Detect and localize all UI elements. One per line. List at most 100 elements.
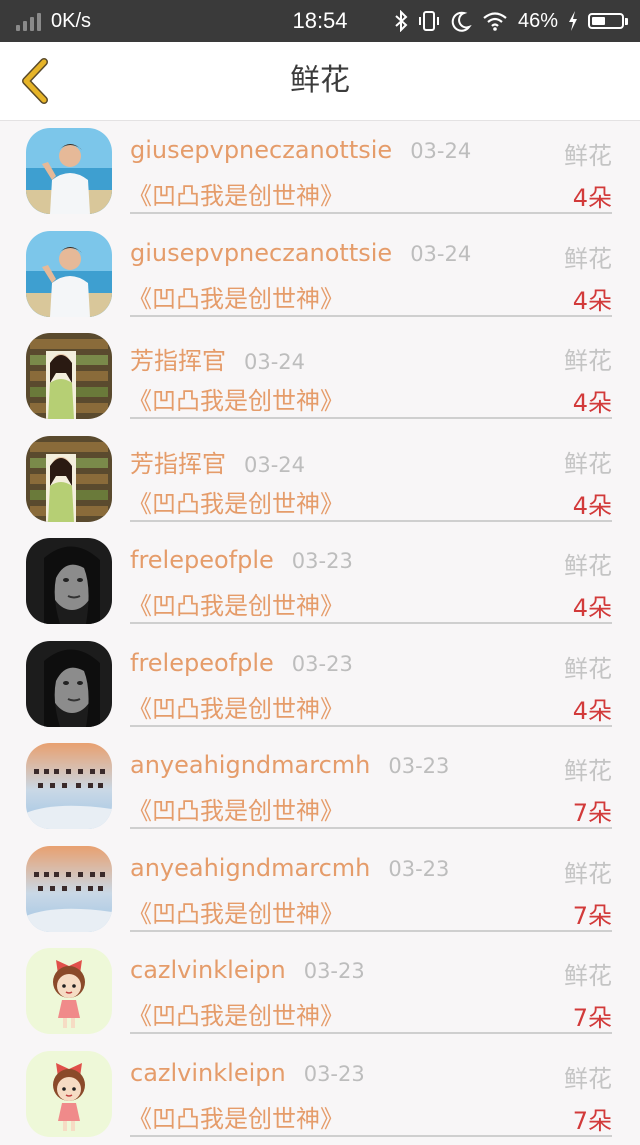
avatar[interactable]	[26, 333, 112, 419]
divider	[130, 827, 612, 829]
user-name-text: 芳指挥官	[130, 347, 226, 375]
user-name-text: giusepvpneczanottsie	[130, 239, 392, 267]
page-title: 鲜花	[0, 42, 640, 120]
avatar[interactable]	[26, 1051, 112, 1137]
record-date: 03-23	[304, 959, 365, 983]
list-item[interactable]: 芳指挥官 03-24 鲜花《凹凸我是创世神》 4朵	[0, 325, 640, 428]
user-name-text: anyeahigndmarcmh	[130, 751, 370, 779]
gift-type: 鲜花	[564, 1059, 612, 1094]
user-name-text: frelepeofple	[130, 546, 274, 574]
divider	[130, 520, 612, 522]
record-date: 03-24	[410, 139, 471, 163]
book-title[interactable]: 《凹凸我是创世神》	[128, 791, 344, 826]
gift-type: 鲜花	[564, 239, 612, 274]
divider	[130, 1032, 612, 1034]
user-name: cazlvinkleipn 03-23	[130, 1059, 365, 1087]
book-title[interactable]: 《凹凸我是创世神》	[128, 484, 344, 519]
list-item[interactable]: frelepeofple 03-23 鲜花《凹凸我是创世神》 4朵	[0, 530, 640, 633]
battery-percent: 46%	[518, 10, 558, 33]
gift-type: 鲜花	[564, 444, 612, 479]
gift-type: 鲜花	[564, 649, 612, 684]
list-item[interactable]: frelepeofple 03-23 鲜花《凹凸我是创世神》 4朵	[0, 633, 640, 736]
avatar[interactable]	[26, 128, 112, 214]
user-name-text: giusepvpneczanottsie	[130, 136, 392, 164]
gift-count: 7朵	[573, 1101, 612, 1136]
gift-count: 7朵	[573, 998, 612, 1033]
divider	[130, 725, 612, 727]
nav-bar: 鲜花	[0, 42, 640, 121]
user-name: 芳指挥官 03-24	[130, 341, 305, 376]
list-item[interactable]: anyeahigndmarcmh 03-23 鲜花《凹凸我是创世神》 7朵	[0, 838, 640, 941]
moon-icon	[450, 10, 472, 32]
user-name-text: frelepeofple	[130, 649, 274, 677]
book-title[interactable]: 《凹凸我是创世神》	[128, 894, 344, 929]
record-date: 03-24	[244, 350, 305, 374]
book-title[interactable]: 《凹凸我是创世神》	[128, 176, 344, 211]
book-title[interactable]: 《凹凸我是创世神》	[128, 1099, 344, 1134]
avatar[interactable]	[26, 743, 112, 829]
record-date: 03-23	[388, 754, 449, 778]
book-title[interactable]: 《凹凸我是创世神》	[128, 279, 344, 314]
gift-type: 鲜花	[564, 751, 612, 786]
user-name: anyeahigndmarcmh 03-23	[130, 854, 449, 882]
avatar[interactable]	[26, 436, 112, 522]
user-name-text: 芳指挥官	[130, 450, 226, 478]
gift-count: 4朵	[573, 691, 612, 726]
book-title[interactable]: 《凹凸我是创世神》	[128, 689, 344, 724]
avatar[interactable]	[26, 231, 112, 317]
book-title[interactable]: 《凹凸我是创世神》	[128, 996, 344, 1031]
gift-count: 4朵	[573, 486, 612, 521]
user-name: frelepeofple 03-23	[130, 649, 353, 677]
wifi-icon	[482, 10, 508, 32]
gift-type: 鲜花	[564, 341, 612, 376]
list-item[interactable]: anyeahigndmarcmh 03-23 鲜花《凹凸我是创世神》 7朵	[0, 735, 640, 838]
gift-count: 7朵	[573, 793, 612, 828]
bluetooth-icon	[394, 10, 408, 32]
user-name: 芳指挥官 03-24	[130, 444, 305, 479]
gift-count: 4朵	[573, 588, 612, 623]
gift-count: 4朵	[573, 281, 612, 316]
user-name: giusepvpneczanottsie 03-24	[130, 136, 471, 164]
gift-type: 鲜花	[564, 854, 612, 889]
avatar[interactable]	[26, 538, 112, 624]
user-name: cazlvinkleipn 03-23	[130, 956, 365, 984]
divider	[130, 212, 612, 214]
divider	[130, 315, 612, 317]
user-name: frelepeofple 03-23	[130, 546, 353, 574]
gift-count: 7朵	[573, 896, 612, 931]
list-item[interactable]: giusepvpneczanottsie 03-24 鲜花《凹凸我是创世神》 4朵	[0, 120, 640, 223]
battery-icon	[588, 13, 628, 29]
user-name-text: cazlvinkleipn	[130, 956, 286, 984]
book-title[interactable]: 《凹凸我是创世神》	[128, 586, 344, 621]
book-title[interactable]: 《凹凸我是创世神》	[128, 381, 344, 416]
user-name-text: cazlvinkleipn	[130, 1059, 286, 1087]
gift-type: 鲜花	[564, 956, 612, 991]
gift-record-list: giusepvpneczanottsie03-24鲜花《凹凸我是创世神》4朵gi…	[0, 120, 640, 1145]
list-item[interactable]: 芳指挥官 03-24 鲜花《凹凸我是创世神》 4朵	[0, 428, 640, 531]
gift-type: 鲜花	[564, 546, 612, 581]
status-bar: 0K/s 18:54 46%	[0, 0, 640, 42]
gift-count: 4朵	[573, 383, 612, 418]
avatar[interactable]	[26, 641, 112, 727]
record-date: 03-24	[244, 453, 305, 477]
user-name-text: anyeahigndmarcmh	[130, 854, 370, 882]
avatar[interactable]	[26, 948, 112, 1034]
list-item[interactable]: cazlvinkleipn 03-23 鲜花《凹凸我是创世神》 7朵	[0, 1043, 640, 1145]
record-date: 03-23	[388, 857, 449, 881]
list-item[interactable]: giusepvpneczanottsie03-24 鲜花《凹凸我是创世神》 4朵	[0, 223, 640, 326]
user-name: giusepvpneczanottsie03-24	[130, 239, 471, 267]
gift-type: 鲜花	[564, 136, 612, 171]
divider	[130, 1135, 612, 1137]
user-name: anyeahigndmarcmh 03-23	[130, 751, 449, 779]
avatar[interactable]	[26, 846, 112, 932]
divider	[130, 622, 612, 624]
record-date: 03-23	[304, 1062, 365, 1086]
divider	[130, 417, 612, 419]
list-item[interactable]: cazlvinkleipn 03-23 鲜花《凹凸我是创世神》 7朵	[0, 940, 640, 1043]
gift-count: 4朵	[573, 178, 612, 213]
charging-icon	[568, 11, 578, 31]
vibrate-icon	[418, 10, 440, 32]
record-date: 03-23	[292, 549, 353, 573]
record-date: 03-23	[292, 652, 353, 676]
divider	[130, 930, 612, 932]
